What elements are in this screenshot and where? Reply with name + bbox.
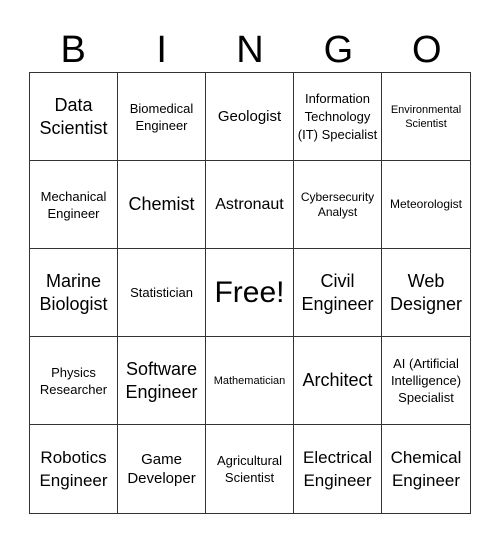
cell-text: Game Developer (127, 451, 196, 487)
bingo-cell[interactable]: Geologist (206, 73, 294, 161)
bingo-cell[interactable]: Robotics Engineer (30, 425, 118, 513)
cell-text: Physics Researcher (39, 364, 108, 397)
bingo-cell[interactable]: Marine Biologist (30, 249, 118, 337)
bingo-cell[interactable]: Game Developer (118, 425, 206, 513)
bingo-cell[interactable]: Mathematician (206, 337, 294, 425)
cell-text: Astronaut (215, 196, 284, 213)
bingo-cell[interactable]: Civil Engineer (294, 249, 382, 337)
cell-text: Biomedical Engineer (129, 100, 194, 133)
bingo-cell[interactable]: Mechanical Engineer (30, 161, 118, 249)
cell-text: Cybersecurity Analyst (300, 189, 375, 219)
bingo-cell[interactable]: Information Technology (IT) Specialist (294, 73, 382, 161)
cell-text: Agricultural Scientist (216, 453, 283, 485)
cell-text: Meteorologist (389, 197, 463, 211)
cell-text: Environmental Scientist (390, 103, 462, 130)
cell-text: Data Scientist (39, 94, 108, 138)
cell-text: Chemist (128, 194, 195, 214)
bingo-cell[interactable]: Meteorologist (382, 161, 470, 249)
bingo-cell[interactable]: Data Scientist (30, 73, 118, 161)
header-letter-n: N (236, 29, 264, 71)
bingo-cell[interactable]: Cybersecurity Analyst (294, 161, 382, 249)
bingo-grid: Data Scientist Biomedical Engineer Geolo… (29, 72, 471, 514)
cell-text: Web Designer (389, 270, 463, 314)
cell-text: Civil Engineer (301, 270, 374, 314)
bingo-cell[interactable]: Astronaut (206, 161, 294, 249)
free-space-text: Free! (214, 275, 285, 309)
cell-text: Electrical Engineer (303, 448, 372, 490)
header-letter-g: G (323, 29, 354, 71)
bingo-cell[interactable]: Agricultural Scientist (206, 425, 294, 513)
cell-text: Chemical Engineer (390, 448, 462, 490)
bingo-cell[interactable]: Architect (294, 337, 382, 425)
cell-text: Robotics Engineer (39, 448, 108, 490)
cell-text: Mechanical Engineer (40, 188, 107, 221)
cell-text: Information Technology (IT) Specialist (297, 90, 378, 142)
bingo-cell[interactable]: Software Engineer (118, 337, 206, 425)
free-space-cell[interactable]: Free! (206, 249, 294, 337)
bingo-cell[interactable]: AI (Artificial Intelligence) Specialist (382, 337, 470, 425)
cell-text: Statistician (130, 285, 193, 300)
cell-text: Marine Biologist (39, 270, 108, 314)
bingo-cell[interactable]: Chemist (118, 161, 206, 249)
header-letter-i: I (156, 29, 167, 71)
bingo-cell[interactable]: Electrical Engineer (294, 425, 382, 513)
bingo-cell[interactable]: Environmental Scientist (382, 73, 470, 161)
cell-text: AI (Artificial Intelligence) Specialist (390, 356, 462, 405)
bingo-cell[interactable]: Physics Researcher (30, 337, 118, 425)
bingo-cell[interactable]: Biomedical Engineer (118, 73, 206, 161)
bingo-header: B I N G O (29, 28, 471, 72)
cell-text: Software Engineer (125, 358, 198, 402)
cell-text: Architect (302, 370, 373, 390)
header-letter-b: B (60, 29, 86, 71)
bingo-cell[interactable]: Chemical Engineer (382, 425, 470, 513)
bingo-cell[interactable]: Web Designer (382, 249, 470, 337)
header-letter-o: O (412, 29, 442, 71)
cell-text: Mathematician (213, 374, 286, 387)
cell-text: Geologist (217, 108, 282, 125)
bingo-cell[interactable]: Statistician (118, 249, 206, 337)
